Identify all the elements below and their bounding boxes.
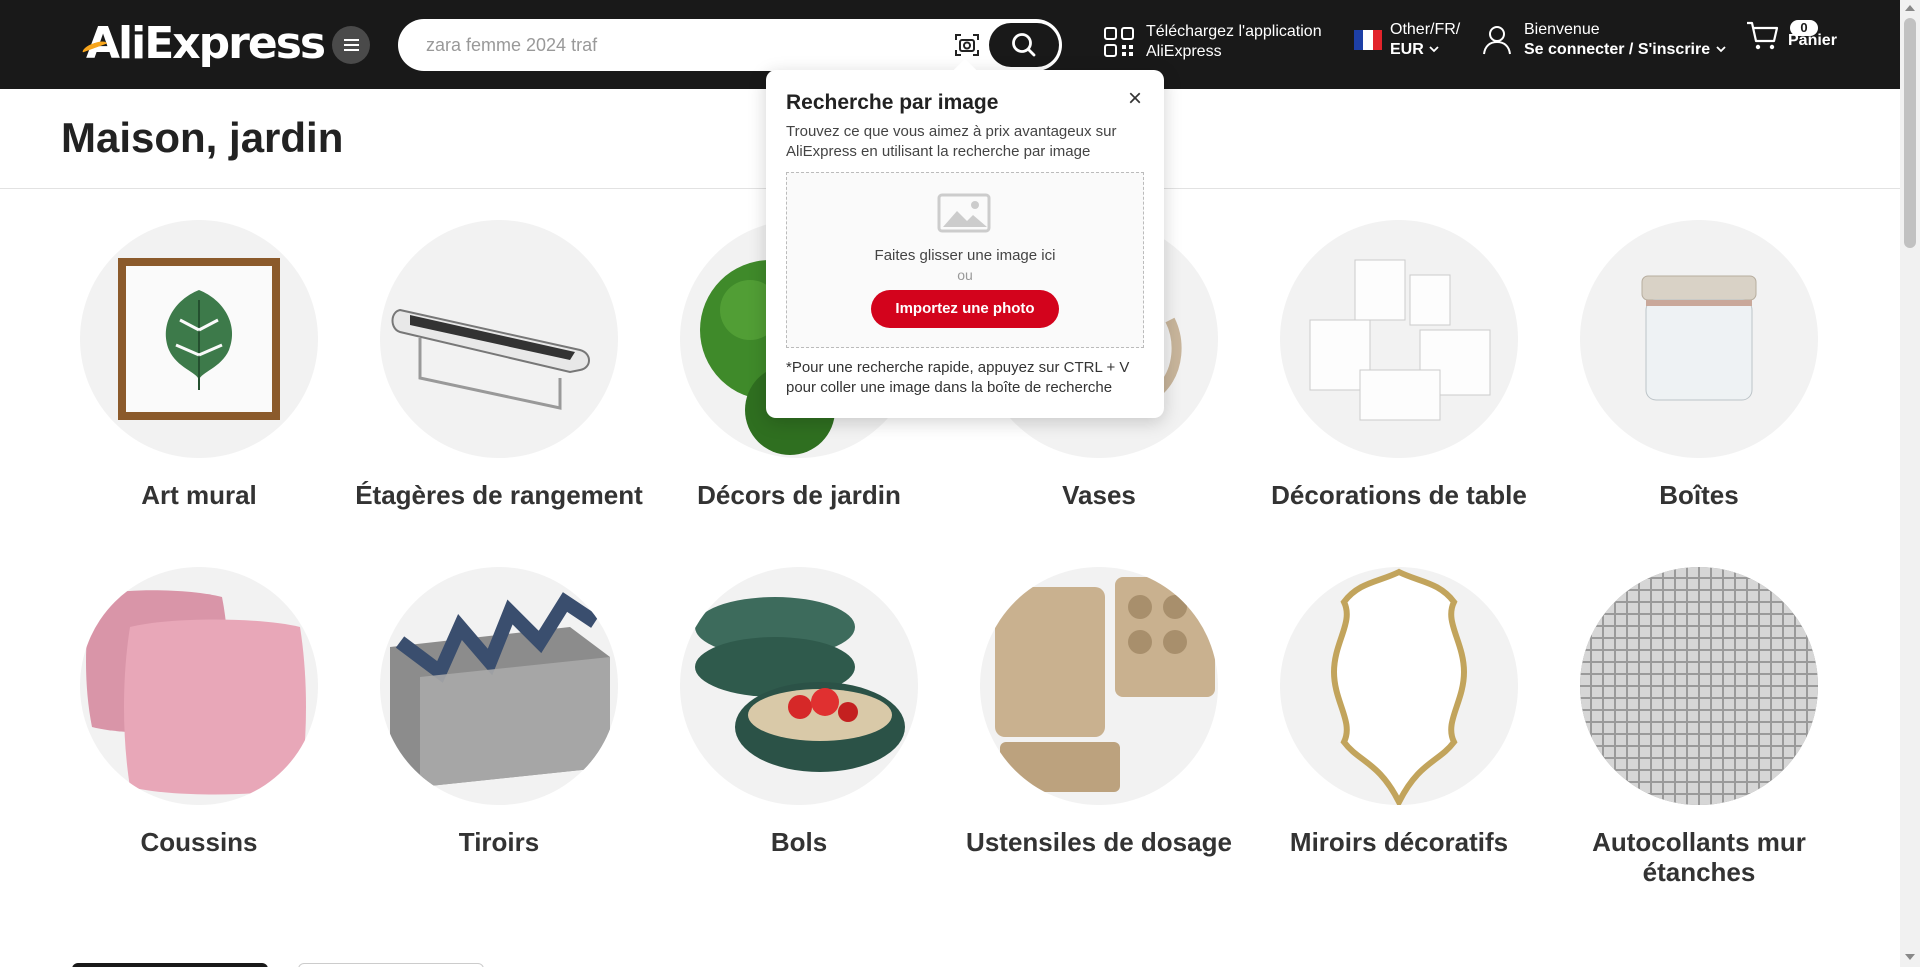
search-button[interactable] [989,23,1059,67]
category-etageres-rangement[interactable]: Étagères de rangement [349,220,649,510]
paste-hint: *Pour une recherche rapide, appuyez sur … [786,359,1130,396]
category-image [80,220,318,458]
category-image [80,567,318,805]
scroll-down-arrow[interactable] [1905,954,1915,960]
upload-photo-button[interactable]: Importez une photo [871,290,1059,328]
search-input[interactable] [426,31,966,59]
logo-text: AliExpress [86,18,326,69]
search-icon [1012,33,1036,57]
category-image [1280,220,1518,458]
sign-in-link[interactable]: Se connecter / S'inscrire [1524,41,1710,58]
category-image [980,567,1218,805]
category-autocollants-mur[interactable]: Autocollants mur étanches [1549,567,1849,887]
scroll-up-arrow[interactable] [1905,5,1915,11]
aliexpress-logo[interactable]: AliExpress [81,18,326,70]
image-search-popup: Recherche par image × Trouvez ce que vou… [766,58,1164,418]
category-label: Autocollants mur étanches [1592,827,1806,887]
filter-tab[interactable] [298,963,484,967]
camera-search-icon[interactable] [953,31,981,59]
category-label: Boîtes [1659,480,1739,510]
language-currency-selector[interactable]: Other/FR/ EUR [1354,20,1460,60]
currency-label: EUR [1390,41,1424,58]
qr-code-icon [1104,27,1134,57]
category-coussins[interactable]: Coussins [49,567,349,857]
category-image [1280,567,1518,805]
category-label: Bols [770,827,828,857]
category-tiroirs[interactable]: Tiroirs [349,567,649,857]
category-image [380,567,618,805]
category-boites[interactable]: Boîtes [1549,220,1849,510]
category-image [680,567,918,805]
user-icon [1483,26,1511,55]
category-label: Ustensiles de dosage [966,827,1232,857]
page-scrollbar[interactable] [1900,0,1920,967]
image-drop-zone[interactable]: Faites glisser une image ici ou Importez… [786,172,1144,348]
category-decorations-table[interactable]: Décorations de table [1249,220,1549,510]
chevron-down-icon [1429,46,1439,53]
app-download-line2: AliExpress [1146,43,1222,60]
menu-icon [343,44,359,46]
user-greeting: Bienvenue [1524,21,1600,38]
france-flag-icon [1354,30,1382,50]
category-label: Vases [1062,480,1136,510]
close-icon[interactable]: × [1124,87,1146,111]
category-label: Tiroirs [458,827,540,857]
popup-title: Recherche par image [786,91,999,114]
category-ustensiles-dosage[interactable]: Ustensiles de dosage [949,567,1249,857]
category-label: Art mural [141,480,257,510]
locale-label: Other/FR/ [1390,21,1461,38]
cart-count-badge: 0 [1790,20,1818,36]
scrollbar-thumb[interactable] [1904,18,1916,248]
account-menu[interactable]: Bienvenue Se connecter / S'inscrire [1482,20,1727,60]
category-label: Décors de jardin [697,480,901,510]
category-art-mural[interactable]: Art mural [49,220,349,510]
category-miroirs-decoratifs[interactable]: Miroirs décoratifs [1249,567,1549,857]
image-placeholder-icon [937,193,991,233]
filter-tab[interactable] [72,963,268,967]
category-bols[interactable]: Bols [649,567,949,857]
cart-icon [1747,21,1779,50]
category-label: Décorations de table [1271,480,1527,510]
category-image [380,220,618,458]
page-title: Maison, jardin [61,114,344,161]
category-label: Étagères de rangement [355,480,643,510]
category-label: Miroirs décoratifs [1289,827,1509,857]
or-text: ou [957,267,973,283]
menu-button[interactable] [332,26,370,64]
drag-text: Faites glisser une image ici [874,247,1056,264]
app-download-line1: Téléchargez l'application [1146,23,1322,40]
category-image [1580,220,1818,458]
category-label: Coussins [140,827,258,857]
category-image [1580,567,1818,805]
chevron-down-icon [1715,46,1726,53]
popup-description: Trouvez ce que vous aimez à prix avantag… [786,123,1117,160]
cart-button[interactable]: 0 Panier [1746,20,1837,52]
app-download-link[interactable]: Téléchargez l'application AliExpress [1104,22,1322,62]
